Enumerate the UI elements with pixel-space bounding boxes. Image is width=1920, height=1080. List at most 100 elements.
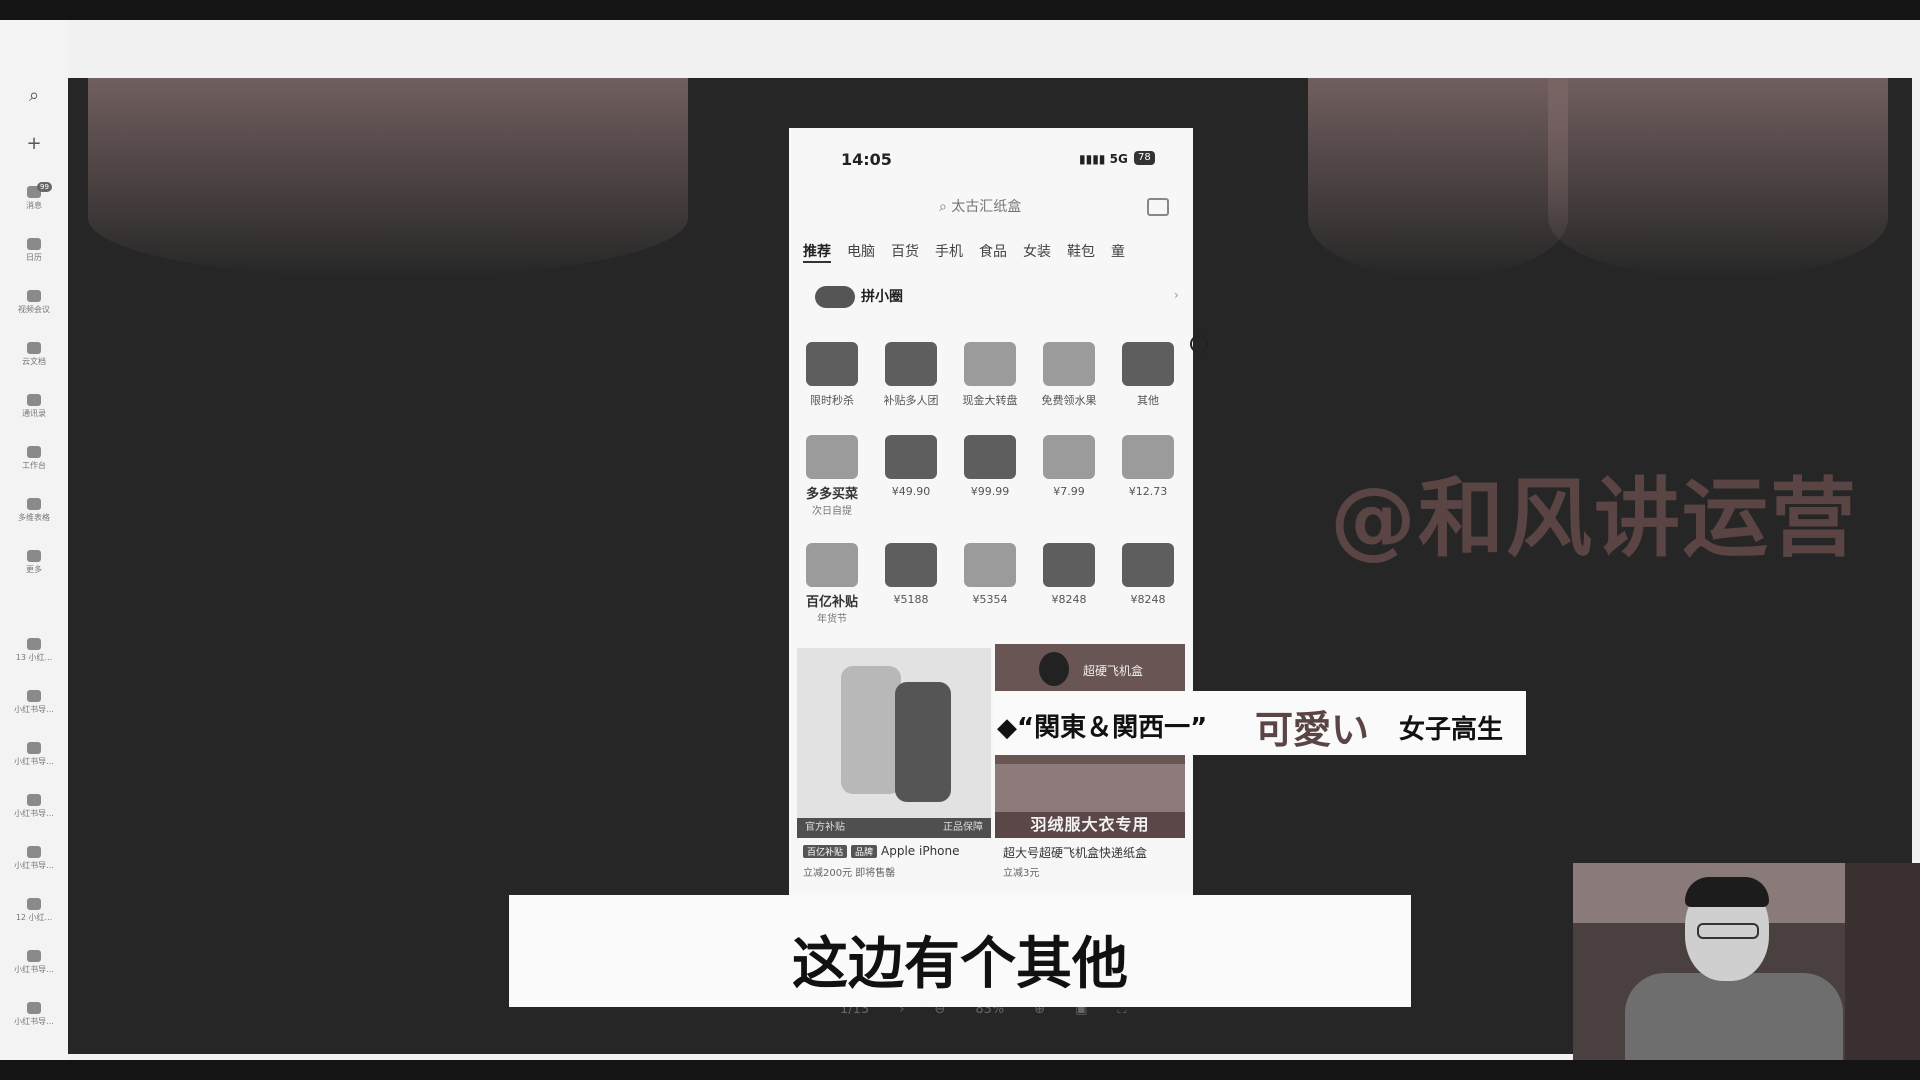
- feature-row: 限时秒杀 补贴多人团 现金大转盘 免费领水果 其他: [793, 342, 1189, 432]
- subsidy-row: 百亿补贴 年货节 ¥5188 ¥5354 ¥8248 ¥8248: [793, 543, 1189, 633]
- product-title: 百亿补贴 品牌 Apple iPhone: [803, 844, 960, 858]
- product-subtitle: 立减3元: [1003, 868, 1040, 879]
- watermark: @和风讲运营: [1330, 469, 1858, 569]
- promo-item[interactable]: 多多买菜 次日自提: [793, 435, 871, 517]
- feature-item-other[interactable]: 其他: [1109, 342, 1187, 408]
- phone-screenshot: 14:05 ▮▮▮▮ 5G 78 ⌕ 太古汇纸盒 推荐 电脑 百货 手机 食品 女装 鞋包童…: [789, 128, 1193, 898]
- sidebar-item-file[interactable]: 小红书导...: [10, 950, 58, 975]
- product-image: [1122, 435, 1174, 479]
- product-item[interactable]: ¥8248: [1030, 543, 1108, 606]
- sidebar-item-file[interactable]: 小红书导...: [10, 1002, 58, 1027]
- product-item[interactable]: ¥99.99: [951, 435, 1029, 498]
- product-item[interactable]: ¥5354: [951, 543, 1029, 606]
- other-icon: [1122, 342, 1174, 386]
- search-button[interactable]: ⌕: [10, 86, 58, 106]
- sidebar-item-docs[interactable]: 云文档: [10, 342, 58, 367]
- product-image: [1122, 543, 1174, 587]
- tab-kids[interactable]: 童: [1111, 241, 1125, 261]
- presenter-hair: [1685, 877, 1769, 907]
- product-subtitle: 立减200元 即将售罄: [803, 868, 896, 879]
- sidebar-item-file[interactable]: 13 小红...: [10, 638, 58, 663]
- brand-label: 拼小圈: [861, 289, 903, 305]
- feature-item[interactable]: 现金大转盘: [951, 342, 1029, 408]
- card-title: 超硬飞机盒: [1083, 664, 1144, 678]
- flash-sale-icon: [806, 342, 858, 386]
- stage-light: [1308, 78, 1568, 278]
- doc-icon: [27, 238, 41, 250]
- apps-icon: [27, 446, 41, 458]
- product-image: [885, 543, 937, 587]
- feature-item[interactable]: 限时秒杀: [793, 342, 871, 408]
- sidebar-item-file[interactable]: 12 小红...: [10, 898, 58, 923]
- webcam-overlay: [1573, 863, 1920, 1060]
- video-subtitle: 这边有个其他: [509, 895, 1411, 1007]
- product-image: [995, 764, 1185, 812]
- product-title: 超大号超硬飞机盒快递纸盒: [1003, 846, 1148, 860]
- overlay-caption: ◆“関東＆関西一” 可愛い 女子高生: [993, 691, 1526, 755]
- tab-phone[interactable]: 手机: [935, 241, 963, 261]
- search-input[interactable]: 太古汇纸盒: [951, 199, 1021, 215]
- file-icon: [27, 342, 41, 354]
- stage-light: [1548, 78, 1888, 278]
- sidebar-item-file[interactable]: 小红书导...: [10, 690, 58, 715]
- file-icon: [27, 898, 41, 910]
- product-image: [895, 682, 951, 802]
- feature-item[interactable]: 补贴多人团: [872, 342, 950, 408]
- subsidy-icon: [806, 543, 858, 587]
- signal-indicator: ▮▮▮▮ 5G: [1079, 152, 1128, 166]
- feature-item[interactable]: 免费领水果: [1030, 342, 1108, 408]
- sidebar-item-file[interactable]: 小红书导...: [10, 794, 58, 819]
- bottom-bar: [0, 1060, 1920, 1080]
- sidebar-item-workbench[interactable]: 工作台: [10, 446, 58, 471]
- webcam-edge: [1845, 863, 1920, 1060]
- tab-women[interactable]: 女装: [1023, 241, 1051, 261]
- product-item[interactable]: ¥49.90: [872, 435, 950, 498]
- presenter-body: [1625, 973, 1843, 1060]
- add-button[interactable]: +: [10, 134, 58, 154]
- sidebar-item-messages[interactable]: 99 消息: [10, 182, 58, 211]
- product-image: [1043, 543, 1095, 587]
- battery-icon: 78: [1134, 151, 1155, 165]
- sidebar-item-more[interactable]: 更多: [10, 550, 58, 575]
- file-icon: [27, 742, 41, 754]
- unread-badge: 99: [37, 182, 52, 192]
- group-buy-icon: [885, 342, 937, 386]
- plus-icon: +: [26, 133, 42, 154]
- sidebar-item-video[interactable]: 视频会议: [10, 290, 58, 315]
- chevron-right-icon: ›: [1174, 288, 1179, 302]
- sidebar-item-contacts[interactable]: 通讯录: [10, 394, 58, 419]
- brand-row[interactable]: 拼小圈: [815, 286, 903, 308]
- search-icon: ⌕: [28, 85, 40, 106]
- file-icon: [27, 846, 41, 858]
- glasses-icon: [1697, 923, 1759, 939]
- product-image: [1043, 435, 1095, 479]
- file-icon: [27, 638, 41, 650]
- product-item[interactable]: ¥5188: [872, 543, 950, 606]
- tab-bags[interactable]: 鞋包: [1067, 241, 1095, 261]
- product-card-iphone[interactable]: 官方补贴 正品保障: [797, 648, 991, 838]
- sidebar-item-calendar[interactable]: 日历: [10, 238, 58, 263]
- sidebar-item-file[interactable]: 小红书导...: [10, 846, 58, 871]
- search-icon: ⌕: [939, 199, 952, 215]
- fruit-icon: [1043, 342, 1095, 386]
- sidebar-item-file[interactable]: 小红书导...: [10, 742, 58, 767]
- tab-computer[interactable]: 电脑: [847, 241, 875, 261]
- product-item[interactable]: ¥12.73: [1109, 435, 1187, 498]
- brand-logo: [815, 286, 855, 308]
- product-item[interactable]: ¥7.99: [1030, 435, 1108, 498]
- card-banner: 官方补贴 正品保障: [797, 818, 991, 838]
- search-bar[interactable]: ⌕ 太古汇纸盒: [939, 196, 1021, 216]
- tab-goods[interactable]: 百货: [891, 241, 919, 261]
- promo-item[interactable]: 百亿补贴 年货节: [793, 543, 871, 625]
- product-item[interactable]: ¥8248: [1109, 543, 1187, 606]
- product-image: [885, 435, 937, 479]
- tab-recommend[interactable]: 推荐: [803, 241, 831, 263]
- sidebar-item-tables[interactable]: 多维表格: [10, 498, 58, 523]
- grid-icon: [27, 498, 41, 510]
- video-icon: [27, 290, 41, 302]
- file-icon: [27, 1002, 41, 1014]
- top-bar: [0, 0, 1920, 20]
- camera-icon[interactable]: [1147, 198, 1169, 216]
- tab-food[interactable]: 食品: [979, 241, 1007, 261]
- file-icon: [27, 950, 41, 962]
